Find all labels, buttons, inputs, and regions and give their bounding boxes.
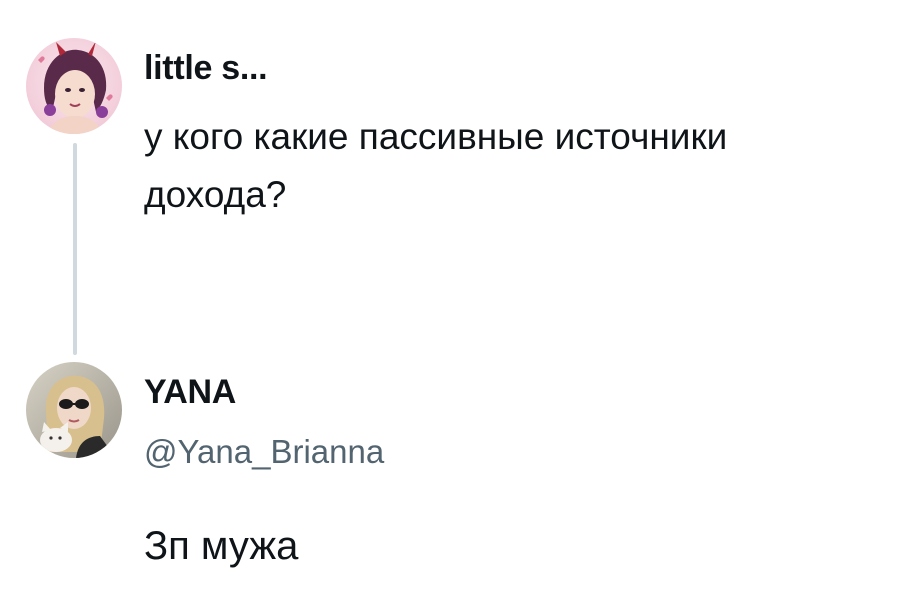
avatar[interactable]	[26, 38, 122, 134]
avatar-illustration-icon	[26, 38, 122, 134]
display-name[interactable]: YANA	[144, 372, 236, 412]
avatar-photo-icon	[26, 362, 122, 458]
display-name[interactable]: little s...	[144, 48, 268, 88]
user-handle[interactable]: @Yana_Brianna	[144, 432, 384, 472]
thread-connector-line	[73, 143, 77, 355]
tweet-text: Зп мужа	[144, 524, 299, 568]
avatar[interactable]	[26, 362, 122, 458]
tweet-text: у кого какие пассивные источники дохода?	[144, 116, 728, 215]
